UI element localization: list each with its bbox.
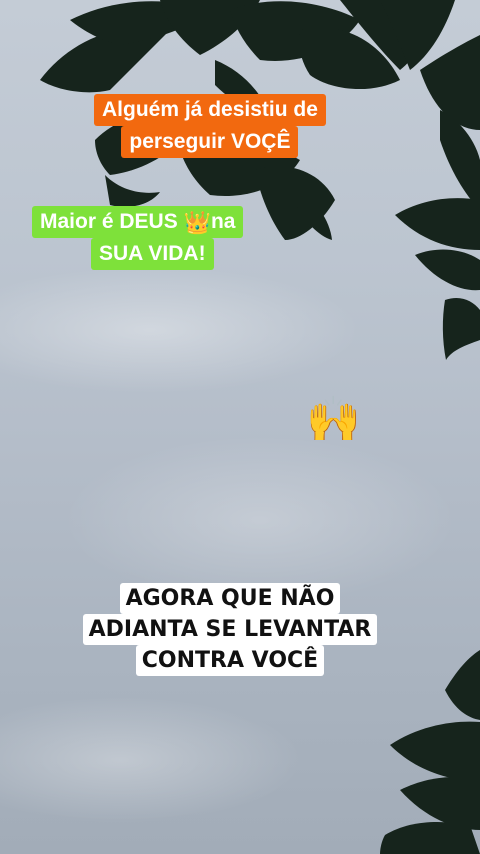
caption-bottom: AGORA QUE NÃO ADIANTA SE LEVANTAR CONTRA… <box>80 583 380 676</box>
caption-middle-text-b: na <box>210 210 236 233</box>
caption-bottom-line-3: CONTRA VOCÊ <box>135 645 325 676</box>
caption-top-line-2: perseguir VOÇÊ <box>121 126 299 158</box>
leaf-bottom-1 <box>445 650 480 720</box>
caption-middle: Maior é DEUS 👑na SUA VIDA! <box>32 206 244 270</box>
caption-bottom-line-1: AGORA QUE NÃO <box>119 583 341 614</box>
leaf-right-3 <box>395 198 480 250</box>
caption-middle-line-1: Maior é DEUS 👑na <box>32 206 244 238</box>
caption-bottom-line-2: ADIANTA SE LEVANTAR <box>82 614 378 645</box>
leaf-top-12 <box>105 175 160 207</box>
leaf-bottom-4 <box>380 822 480 854</box>
caption-top-line-1: Alguém já desistiu de <box>94 94 326 126</box>
raising-hands-emoji-icon: 🙌 <box>306 394 361 445</box>
caption-top: Alguém já desistiu de perseguir VOÇÊ <box>94 94 326 158</box>
leaf-right-4 <box>415 249 480 291</box>
caption-middle-line-2: SUA VIDA! <box>91 238 214 270</box>
leaf-bottom-2 <box>390 721 480 781</box>
leaf-right-5 <box>442 298 480 360</box>
crown-emoji-icon: 👑 <box>183 210 211 235</box>
caption-middle-text-a: Maior é DEUS <box>40 210 184 233</box>
